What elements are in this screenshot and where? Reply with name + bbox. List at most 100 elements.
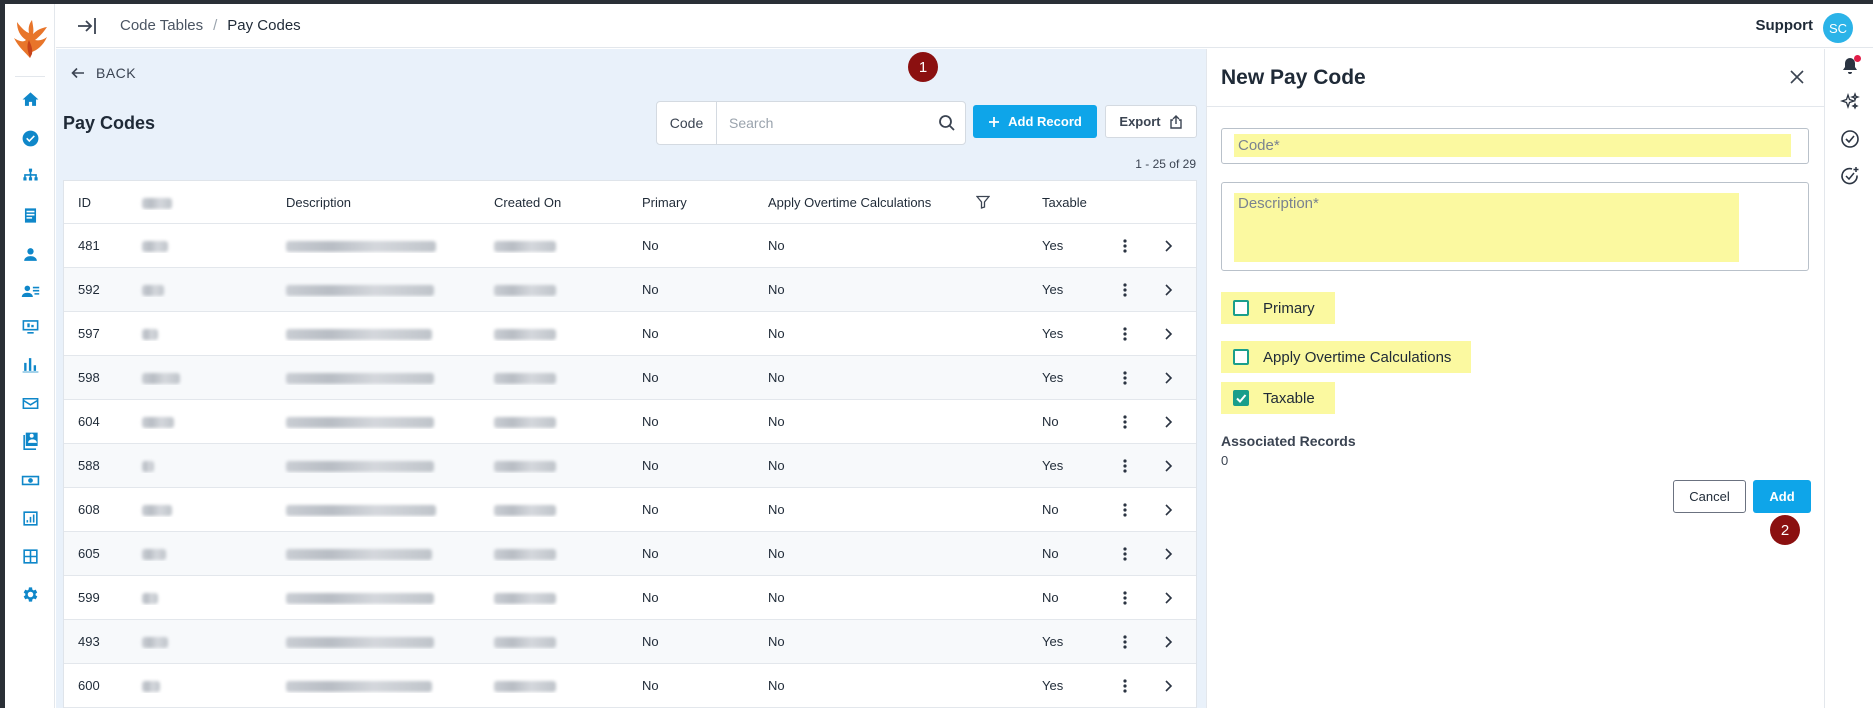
- bar-chart-icon[interactable]: [20, 354, 40, 374]
- cell-code-redacted: [128, 502, 272, 517]
- filter-icon[interactable]: [972, 191, 994, 213]
- column-header-description[interactable]: Description: [272, 195, 480, 210]
- cell-code-redacted: [128, 370, 272, 385]
- chevron-right-icon[interactable]: [1157, 499, 1179, 521]
- back-button[interactable]: BACK: [70, 65, 136, 81]
- column-header-code[interactable]: [128, 195, 272, 210]
- more-vert-icon[interactable]: [1114, 455, 1136, 477]
- code-input[interactable]: [1234, 134, 1791, 157]
- cell-description-redacted: [272, 634, 480, 649]
- support-link[interactable]: Support: [1756, 17, 1814, 34]
- cell-code-redacted: [128, 590, 272, 605]
- cell-code-redacted: [128, 414, 272, 429]
- more-vert-icon[interactable]: [1114, 543, 1136, 565]
- column-header-id[interactable]: ID: [64, 195, 128, 210]
- cell-apply-overtime: No: [768, 326, 785, 341]
- search-icon[interactable]: [929, 114, 965, 132]
- table-row[interactable]: 592 No No Yes: [64, 268, 1196, 312]
- more-vert-icon[interactable]: [1114, 323, 1136, 345]
- table-row[interactable]: 598 No No Yes: [64, 356, 1196, 400]
- chevron-right-icon[interactable]: [1157, 411, 1179, 433]
- phoenix-logo-icon: [11, 18, 49, 62]
- column-header-created-on[interactable]: Created On: [480, 195, 628, 210]
- report-icon[interactable]: [20, 508, 40, 528]
- chevron-right-icon[interactable]: [1157, 367, 1179, 389]
- taxable-checkbox[interactable]: [1233, 390, 1249, 406]
- cancel-button[interactable]: Cancel: [1673, 480, 1746, 513]
- chevron-right-icon[interactable]: [1157, 279, 1179, 301]
- share-export-icon: [1169, 114, 1182, 129]
- bell-icon[interactable]: [1839, 55, 1861, 77]
- check-circle-icon[interactable]: [20, 128, 40, 148]
- more-vert-icon[interactable]: [1114, 499, 1136, 521]
- search-input[interactable]: [717, 102, 929, 144]
- table-row[interactable]: 481 No No Yes: [64, 224, 1196, 268]
- check-circle-add-icon[interactable]: [1839, 165, 1861, 187]
- more-vert-icon[interactable]: [1114, 279, 1136, 301]
- dashboard-icon[interactable]: [20, 546, 40, 566]
- chevron-right-icon[interactable]: [1157, 675, 1179, 697]
- money-icon[interactable]: [20, 470, 40, 490]
- description-field: [1221, 182, 1809, 271]
- column-header-primary[interactable]: Primary: [628, 195, 754, 210]
- home-icon[interactable]: [20, 89, 40, 109]
- cell-description-redacted: [272, 282, 480, 297]
- add-record-button[interactable]: Add Record: [973, 105, 1097, 138]
- contacts-book-icon[interactable]: [20, 430, 40, 450]
- check-circle-outline-icon[interactable]: [1839, 128, 1861, 150]
- apply-overtime-checkbox[interactable]: [1233, 349, 1249, 365]
- people-list-icon[interactable]: [20, 281, 40, 301]
- document-icon[interactable]: [20, 205, 40, 225]
- taxable-checkbox-row[interactable]: Taxable: [1221, 382, 1335, 414]
- close-icon[interactable]: [1785, 65, 1809, 89]
- chevron-right-icon[interactable]: [1157, 323, 1179, 345]
- org-chart-icon[interactable]: [20, 166, 40, 186]
- more-vert-icon[interactable]: [1114, 235, 1136, 257]
- breadcrumb-code-tables[interactable]: Code Tables: [120, 17, 203, 34]
- primary-checkbox-row[interactable]: Primary: [1221, 292, 1335, 324]
- back-label: BACK: [96, 65, 137, 81]
- chevron-right-icon[interactable]: [1157, 455, 1179, 477]
- table-row[interactable]: 605 No No No: [64, 532, 1196, 576]
- mail-icon[interactable]: [20, 393, 40, 413]
- user-avatar[interactable]: SC: [1823, 13, 1853, 43]
- column-header-taxable[interactable]: Taxable: [1028, 195, 1103, 210]
- table-row[interactable]: 597 No No Yes: [64, 312, 1196, 356]
- chevron-right-icon[interactable]: [1157, 235, 1179, 257]
- associated-records-label: Associated Records: [1221, 433, 1356, 449]
- cell-id: 605: [78, 546, 100, 561]
- more-vert-icon[interactable]: [1114, 367, 1136, 389]
- cell-primary: No: [642, 414, 659, 429]
- description-input[interactable]: [1234, 193, 1739, 262]
- chevron-right-icon[interactable]: [1157, 543, 1179, 565]
- more-vert-icon[interactable]: [1114, 587, 1136, 609]
- expand-sidebar-icon[interactable]: [76, 16, 98, 36]
- add-button[interactable]: Add: [1753, 480, 1811, 513]
- search-field-selector[interactable]: Code: [657, 102, 717, 144]
- table-row[interactable]: 599 No No No: [64, 576, 1196, 620]
- breadcrumb-pay-codes: Pay Codes: [227, 17, 301, 34]
- person-icon[interactable]: [20, 244, 40, 264]
- monitor-icon[interactable]: [20, 316, 40, 336]
- column-header-apply-overtime[interactable]: Apply Overtime Calculations: [754, 195, 958, 210]
- more-vert-icon[interactable]: [1114, 675, 1136, 697]
- cell-code-redacted: [128, 546, 272, 561]
- table-row[interactable]: 493 No No Yes: [64, 620, 1196, 664]
- apply-overtime-checkbox-row[interactable]: Apply Overtime Calculations: [1221, 341, 1472, 373]
- cell-taxable: No: [1042, 414, 1059, 429]
- left-nav-rail: [5, 4, 55, 708]
- chevron-right-icon[interactable]: [1157, 631, 1179, 653]
- table-row[interactable]: 600 No No Yes: [64, 664, 1196, 708]
- gear-icon[interactable]: [20, 584, 40, 604]
- export-button[interactable]: Export: [1105, 105, 1197, 138]
- cell-apply-overtime: No: [768, 282, 785, 297]
- more-vert-icon[interactable]: [1114, 411, 1136, 433]
- chevron-right-icon[interactable]: [1157, 587, 1179, 609]
- more-vert-icon[interactable]: [1114, 631, 1136, 653]
- cell-description-redacted: [272, 414, 480, 429]
- table-row[interactable]: 604 No No No: [64, 400, 1196, 444]
- sparkles-icon[interactable]: [1839, 91, 1861, 113]
- table-row[interactable]: 608 No No No: [64, 488, 1196, 532]
- primary-checkbox[interactable]: [1233, 300, 1249, 316]
- table-row[interactable]: 588 No No Yes: [64, 444, 1196, 488]
